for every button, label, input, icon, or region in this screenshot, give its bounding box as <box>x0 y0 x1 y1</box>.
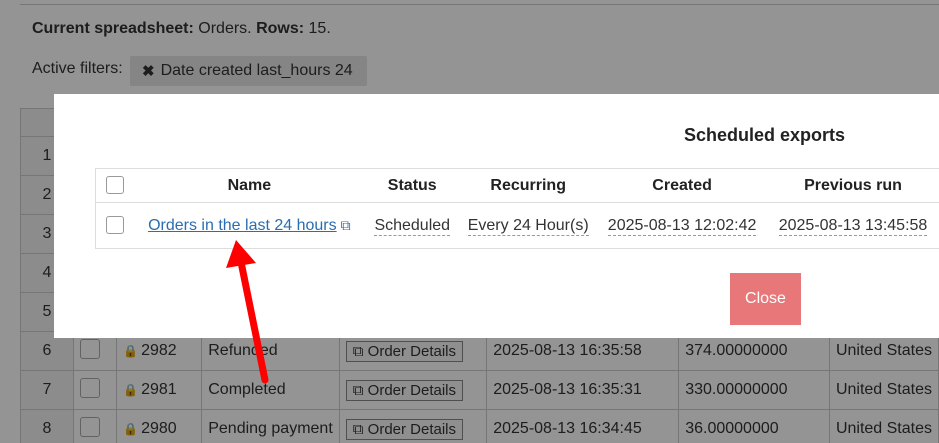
external-link-icon[interactable]: ⧉ <box>341 217 351 234</box>
exports-table: Name Status Recurring Created Previous r… <box>95 168 939 249</box>
row-checkbox[interactable] <box>105 216 124 235</box>
export-recurring: Every 24 Hour(s) <box>467 216 589 236</box>
header-previous-run: Previous run <box>767 168 939 203</box>
table-row: Orders in the last 24 hours ⧉ Scheduled E… <box>95 202 939 249</box>
export-previous-run: 2025-08-13 13:45:58 <box>778 216 928 236</box>
header-name: Name <box>133 168 366 203</box>
header-status: Status <box>365 168 460 203</box>
close-button[interactable]: Close <box>730 273 801 325</box>
header-created: Created <box>597 168 768 203</box>
export-created: 2025-08-13 12:02:42 <box>607 216 757 236</box>
scheduled-exports-modal: Scheduled exports Name Status Recurring … <box>54 94 939 338</box>
modal-title: Scheduled exports <box>684 125 846 145</box>
export-status: Scheduled <box>374 216 451 236</box>
header-recurring: Recurring <box>459 168 598 203</box>
export-name-link[interactable]: Orders in the last 24 hours <box>148 217 337 234</box>
exports-header-row: Name Status Recurring Created Previous r… <box>95 168 939 203</box>
select-all-checkbox[interactable] <box>105 176 124 195</box>
